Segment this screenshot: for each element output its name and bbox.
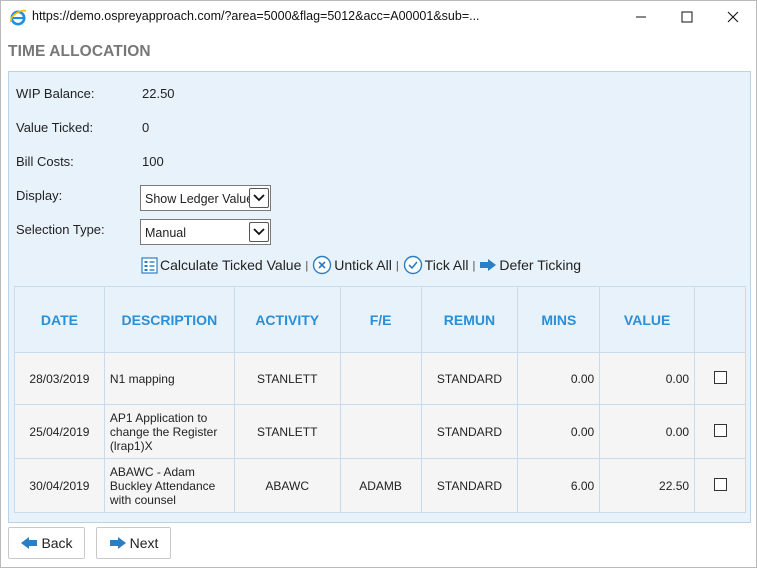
tick-all-link[interactable]: Tick All [403, 255, 469, 275]
column-header-tick [694, 286, 746, 353]
untick-all-label: Untick All [334, 257, 392, 273]
cell-date: 25/04/2019 [14, 404, 105, 459]
cell-description: N1 mapping [103, 352, 235, 405]
separator: | [305, 260, 309, 272]
cell-fe: ADAMB [339, 458, 422, 513]
table-header-row: DATE DESCRIPTION ACTIVITY F/E REMUN MINS… [14, 286, 746, 353]
cell-fe [339, 352, 422, 405]
bill-costs-label: Bill Costs: [16, 154, 74, 169]
selection-type-selected-value: Manual [145, 226, 186, 240]
cell-activity: ABAWC [233, 458, 341, 513]
close-icon [727, 11, 739, 23]
maximize-icon [681, 11, 693, 23]
column-header-remun[interactable]: REMUN [420, 286, 519, 353]
calculator-icon [141, 256, 158, 274]
column-header-date[interactable]: DATE [14, 286, 105, 353]
time-entries-table: DATE DESCRIPTION ACTIVITY F/E REMUN MINS… [14, 286, 746, 513]
calculate-ticked-value-link[interactable]: Calculate Ticked Value [141, 256, 302, 274]
separator: | [395, 260, 399, 272]
table-row[interactable]: 25/04/2019 AP1 Application to change the… [14, 404, 746, 459]
defer-ticking-link[interactable]: Defer Ticking [479, 257, 581, 273]
defer-ticking-label: Defer Ticking [499, 257, 582, 273]
display-select[interactable]: Show Ledger Values [140, 185, 271, 211]
cell-date: 30/04/2019 [14, 458, 105, 513]
maximize-button[interactable] [664, 1, 710, 33]
close-button[interactable] [710, 1, 756, 33]
next-button-label: Next [129, 535, 159, 551]
row-tick-checkbox[interactable] [713, 423, 727, 437]
next-button[interactable]: Next [96, 527, 171, 559]
value-ticked-value: 0 [142, 120, 150, 135]
cell-value: 0.00 [599, 352, 696, 405]
minimize-icon [636, 16, 646, 18]
calculate-ticked-value-label: Calculate Ticked Value [160, 257, 302, 273]
minimize-button[interactable] [618, 1, 664, 33]
cell-tick [694, 352, 746, 405]
cell-activity: STANLETT [233, 352, 341, 405]
column-header-fe[interactable]: F/E [339, 286, 422, 353]
cell-tick [694, 458, 746, 513]
column-header-description[interactable]: DESCRIPTION [103, 286, 235, 353]
cell-remun: STANDARD [420, 352, 519, 405]
cell-mins: 0.00 [517, 352, 601, 405]
cell-value: 22.50 [599, 458, 696, 513]
untick-circle-x-icon [313, 255, 332, 275]
untick-all-link[interactable]: Untick All [312, 255, 392, 275]
chevron-down-icon[interactable] [249, 222, 269, 242]
cell-remun: STANDARD [420, 404, 519, 459]
cell-tick [694, 404, 746, 459]
cell-fe [339, 404, 422, 459]
column-header-value[interactable]: VALUE [599, 286, 696, 353]
arrow-right-icon [109, 537, 126, 549]
back-button-label: Back [41, 535, 73, 551]
cell-remun: STANDARD [420, 458, 519, 513]
selection-type-label: Selection Type: [16, 222, 105, 237]
cell-value: 0.00 [599, 404, 696, 459]
bill-costs-value: 100 [142, 154, 164, 169]
cell-activity: STANLETT [233, 404, 341, 459]
display-label: Display: [16, 188, 63, 203]
wip-balance-label: WIP Balance: [16, 86, 95, 101]
table-row[interactable]: 28/03/2019 N1 mapping STANLETT STANDARD … [14, 352, 746, 405]
row-tick-checkbox[interactable] [713, 370, 727, 384]
wip-balance-value: 22.50 [142, 86, 175, 101]
tick-all-label: Tick All [424, 257, 469, 273]
column-header-mins[interactable]: MINS [517, 286, 601, 353]
cell-mins: 0.00 [517, 404, 601, 459]
ticking-actions: Calculate Ticked Value | Untick All | Ti… [141, 254, 581, 276]
chevron-down-icon[interactable] [249, 188, 269, 208]
row-tick-checkbox[interactable] [713, 477, 727, 491]
internet-explorer-icon [10, 9, 27, 26]
tick-circle-check-icon [403, 255, 422, 275]
arrow-right-icon [480, 259, 497, 271]
page-title: TIME ALLOCATION [8, 43, 151, 60]
cell-mins: 6.00 [517, 458, 601, 513]
cell-description: ABAWC - Adam Buckley Attendance with cou… [103, 458, 235, 513]
window-titlebar: https://demo.ospreyapproach.com/?area=50… [1, 1, 756, 33]
back-button[interactable]: Back [8, 527, 85, 559]
cell-description: AP1 Application to change the Register (… [103, 404, 235, 459]
arrow-left-icon [21, 537, 38, 549]
table-row[interactable]: 30/04/2019 ABAWC - Adam Buckley Attendan… [14, 458, 746, 513]
separator: | [472, 260, 476, 272]
time-allocation-panel: WIP Balance: 22.50 Value Ticked: 0 Bill … [8, 71, 751, 523]
cell-date: 28/03/2019 [14, 352, 105, 405]
address-url: https://demo.ospreyapproach.com/?area=50… [32, 9, 480, 23]
display-selected-value: Show Ledger Values [145, 192, 249, 206]
selection-type-select[interactable]: Manual [140, 219, 271, 245]
column-header-activity[interactable]: ACTIVITY [233, 286, 341, 353]
value-ticked-label: Value Ticked: [16, 120, 94, 135]
